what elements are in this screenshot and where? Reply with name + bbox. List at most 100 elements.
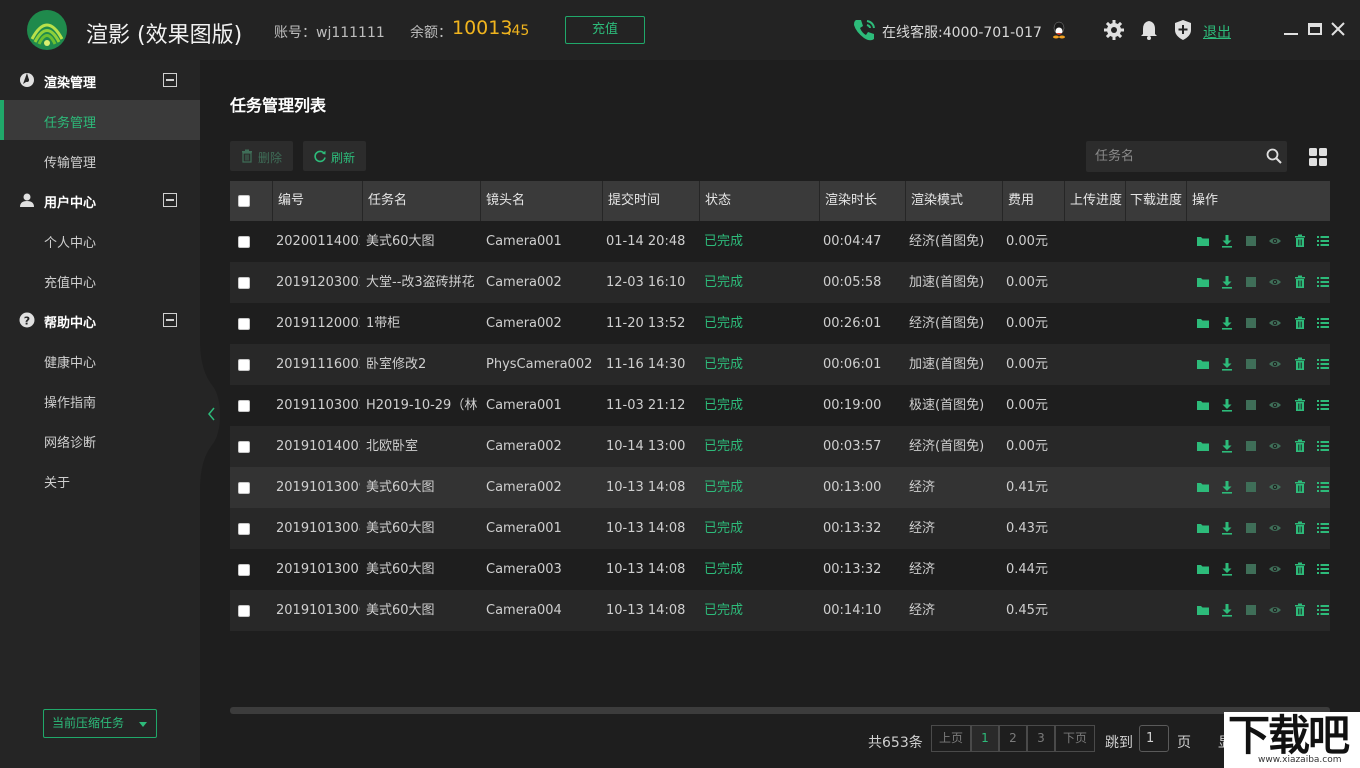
trash-icon[interactable] bbox=[1293, 439, 1307, 453]
stop-icon[interactable] bbox=[1244, 275, 1258, 289]
security-shield-icon[interactable] bbox=[1172, 19, 1194, 41]
sidebar-item-transfer-management[interactable]: 传输管理 bbox=[0, 140, 200, 180]
table-row[interactable]: 20191013008 美式60大图 Camera001 10-13 14:08 已完成… bbox=[230, 508, 1330, 549]
download-icon[interactable] bbox=[1220, 357, 1234, 371]
column-header[interactable]: 镜头名 bbox=[486, 181, 602, 221]
list-icon[interactable] bbox=[1316, 439, 1330, 453]
row-checkbox[interactable] bbox=[238, 236, 250, 248]
row-checkbox[interactable] bbox=[238, 441, 250, 453]
column-header[interactable]: 渲染时长 bbox=[825, 181, 905, 221]
sidebar-item-recharge-center[interactable]: 充值中心 bbox=[0, 260, 200, 300]
download-icon[interactable] bbox=[1220, 439, 1234, 453]
logout-link[interactable]: 退出 bbox=[1203, 22, 1231, 42]
horizontal-scrollbar[interactable] bbox=[230, 707, 1330, 714]
sidebar-collapse-handle[interactable] bbox=[200, 340, 222, 490]
eye-icon[interactable] bbox=[1268, 275, 1282, 289]
column-header[interactable]: 编号 bbox=[278, 181, 362, 221]
table-row[interactable]: 20191013006 美式60大图 Camera004 10-13 14:08 已完成… bbox=[230, 590, 1330, 631]
folder-icon[interactable] bbox=[1196, 398, 1210, 412]
download-icon[interactable] bbox=[1220, 521, 1234, 535]
eye-icon[interactable] bbox=[1268, 562, 1282, 576]
eye-icon[interactable] bbox=[1268, 357, 1282, 371]
folder-icon[interactable] bbox=[1196, 275, 1210, 289]
collapse-toggle-icon[interactable] bbox=[163, 313, 177, 327]
column-header[interactable]: 状态 bbox=[705, 181, 815, 221]
table-row[interactable]: 20200114002 美式60大图 Camera001 01-14 20:48 已完成… bbox=[230, 221, 1330, 262]
download-icon[interactable] bbox=[1220, 480, 1234, 494]
column-header[interactable]: 下载进度 bbox=[1130, 181, 1186, 221]
sidebar-group-render[interactable]: 渲染管理 bbox=[0, 60, 200, 100]
column-header[interactable]: 渲染模式 bbox=[911, 181, 1001, 221]
stop-icon[interactable] bbox=[1244, 357, 1258, 371]
sidebar-group-user[interactable]: 用户中心 bbox=[0, 180, 200, 220]
sidebar-item-health-center[interactable]: 健康中心 bbox=[0, 340, 200, 380]
prev-page-button[interactable]: 上页 bbox=[931, 725, 971, 752]
eye-icon[interactable] bbox=[1268, 603, 1282, 617]
row-checkbox[interactable] bbox=[238, 564, 250, 576]
download-icon[interactable] bbox=[1220, 562, 1234, 576]
row-checkbox[interactable] bbox=[238, 277, 250, 289]
jump-page-input[interactable] bbox=[1139, 725, 1169, 752]
list-icon[interactable] bbox=[1316, 603, 1330, 617]
eye-icon[interactable] bbox=[1268, 480, 1282, 494]
stop-icon[interactable] bbox=[1244, 316, 1258, 330]
sidebar-group-help[interactable]: ? 帮助中心 bbox=[0, 300, 200, 340]
row-checkbox[interactable] bbox=[238, 605, 250, 617]
row-checkbox[interactable] bbox=[238, 359, 250, 371]
stop-icon[interactable] bbox=[1244, 562, 1258, 576]
list-icon[interactable] bbox=[1316, 357, 1330, 371]
list-icon[interactable] bbox=[1316, 316, 1330, 330]
trash-icon[interactable] bbox=[1293, 275, 1307, 289]
list-icon[interactable] bbox=[1316, 275, 1330, 289]
download-icon[interactable] bbox=[1220, 398, 1234, 412]
list-icon[interactable] bbox=[1316, 480, 1330, 494]
eye-icon[interactable] bbox=[1268, 521, 1282, 535]
next-page-button[interactable]: 下页 bbox=[1055, 725, 1095, 752]
folder-icon[interactable] bbox=[1196, 480, 1210, 494]
download-icon[interactable] bbox=[1220, 316, 1234, 330]
folder-icon[interactable] bbox=[1196, 439, 1210, 453]
settings-gear-icon[interactable] bbox=[1103, 19, 1125, 41]
search-icon[interactable] bbox=[1266, 148, 1282, 164]
stop-icon[interactable] bbox=[1244, 521, 1258, 535]
table-row[interactable]: 20191103002 H2019-10-29（林 Camera001 11-03 2… bbox=[230, 385, 1330, 426]
table-row[interactable]: 20191013009 美式60大图 Camera002 10-13 14:08 已完成… bbox=[230, 467, 1330, 508]
row-checkbox[interactable] bbox=[238, 523, 250, 535]
maximize-icon[interactable] bbox=[1306, 20, 1324, 38]
list-icon[interactable] bbox=[1316, 562, 1330, 576]
folder-icon[interactable] bbox=[1196, 357, 1210, 371]
recharge-button[interactable]: 充值 bbox=[565, 16, 645, 44]
eye-icon[interactable] bbox=[1268, 316, 1282, 330]
sidebar-item-personal-center[interactable]: 个人中心 bbox=[0, 220, 200, 260]
eye-icon[interactable] bbox=[1268, 398, 1282, 412]
refresh-button[interactable]: 刷新 bbox=[303, 141, 366, 171]
row-checkbox[interactable] bbox=[238, 318, 250, 330]
page-button-1[interactable]: 1 bbox=[971, 725, 999, 752]
trash-icon[interactable] bbox=[1293, 398, 1307, 412]
column-header[interactable]: 提交时间 bbox=[608, 181, 698, 221]
folder-icon[interactable] bbox=[1196, 316, 1210, 330]
qq-icon[interactable] bbox=[1051, 21, 1067, 39]
folder-icon[interactable] bbox=[1196, 562, 1210, 576]
sidebar-item-about[interactable]: 关于 bbox=[0, 460, 200, 500]
sidebar-item-network-diagnosis[interactable]: 网络诊断 bbox=[0, 420, 200, 460]
delete-button[interactable]: 删除 bbox=[230, 141, 293, 171]
trash-icon[interactable] bbox=[1293, 480, 1307, 494]
sidebar-item-guide[interactable]: 操作指南 bbox=[0, 380, 200, 420]
stop-icon[interactable] bbox=[1244, 398, 1258, 412]
row-checkbox[interactable] bbox=[238, 400, 250, 412]
notification-bell-icon[interactable] bbox=[1138, 19, 1160, 41]
minimize-icon[interactable] bbox=[1282, 20, 1300, 38]
search-input[interactable] bbox=[1086, 141, 1256, 172]
column-header[interactable]: 上传进度 bbox=[1070, 181, 1126, 221]
stop-icon[interactable] bbox=[1244, 480, 1258, 494]
grid-view-icon[interactable] bbox=[1308, 147, 1328, 167]
list-icon[interactable] bbox=[1316, 398, 1330, 412]
stop-icon[interactable] bbox=[1244, 603, 1258, 617]
table-row[interactable]: 20191013007 美式60大图 Camera003 10-13 14:08 已完成… bbox=[230, 549, 1330, 590]
trash-icon[interactable] bbox=[1293, 357, 1307, 371]
download-icon[interactable] bbox=[1220, 234, 1234, 248]
download-icon[interactable] bbox=[1220, 275, 1234, 289]
stop-icon[interactable] bbox=[1244, 439, 1258, 453]
table-row[interactable]: 20191203002 大堂--改3盗砖拼花 Camera002 12-03 16:1… bbox=[230, 262, 1330, 303]
